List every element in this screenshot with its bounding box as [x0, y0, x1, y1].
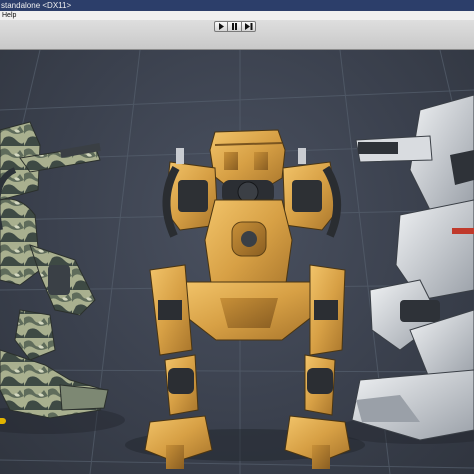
mech-camo-left [0, 121, 109, 419]
toolbar [0, 20, 474, 50]
step-button[interactable] [242, 21, 256, 32]
window-titlebar: standalone <DX11> [0, 0, 474, 11]
window-title: standalone <DX11> [1, 1, 72, 10]
step-icon [244, 23, 252, 30]
game-window: standalone <DX11> Help [0, 0, 474, 474]
play-button[interactable] [214, 21, 228, 32]
mech-white-right [351, 94, 474, 441]
game-viewport[interactable] [0, 50, 474, 474]
menu-bar: Help [0, 11, 474, 20]
playback-controls [214, 21, 256, 32]
scene-gizmo-marker [0, 418, 6, 424]
pause-button[interactable] [228, 21, 242, 32]
mech-yellow-center [144, 129, 351, 469]
menu-help[interactable]: Help [0, 12, 16, 19]
pause-icon [232, 23, 237, 30]
scene-render [0, 50, 474, 474]
play-icon [218, 23, 224, 30]
